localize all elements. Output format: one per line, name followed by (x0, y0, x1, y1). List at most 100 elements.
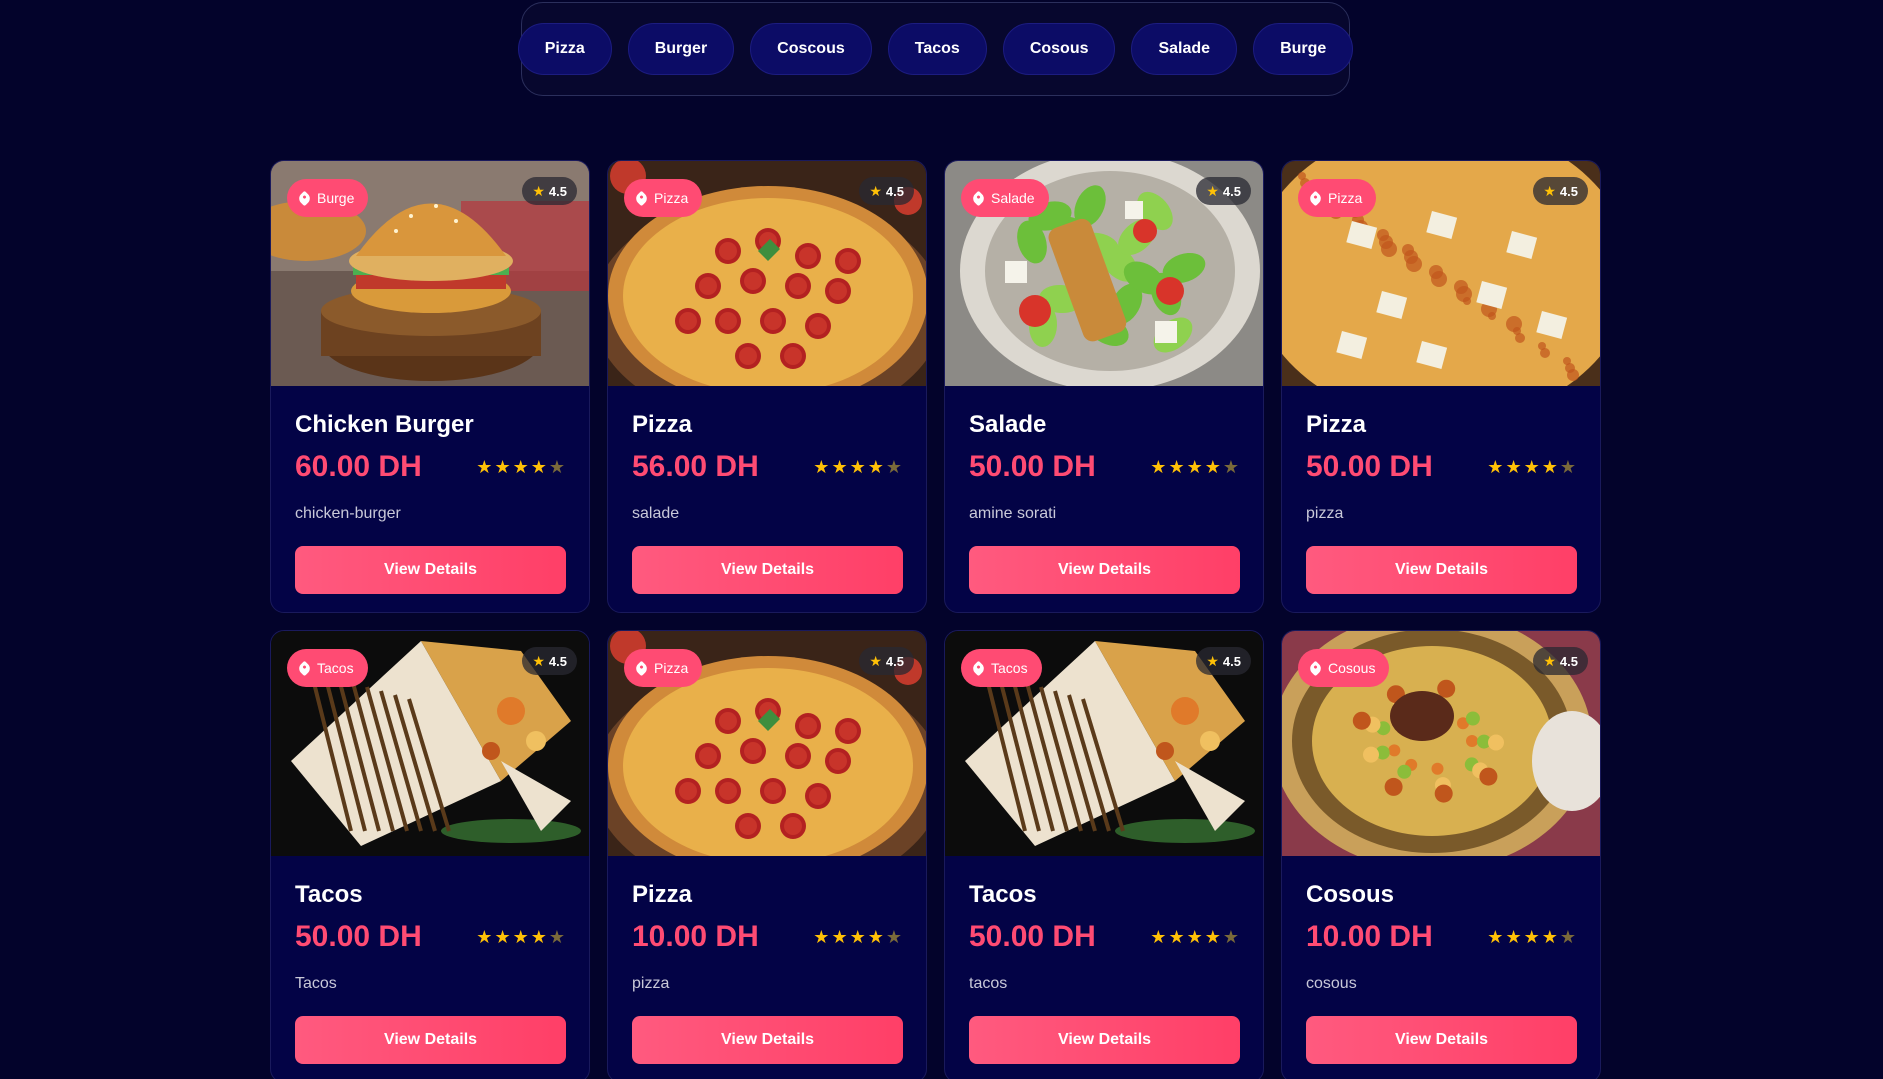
view-details-button[interactable]: View Details (969, 546, 1240, 594)
rating-badge: ★ 4.5 (1533, 647, 1588, 675)
view-details-button[interactable]: View Details (295, 1016, 566, 1064)
star-rating: ★ ★ ★ ★ ★ (1487, 927, 1576, 948)
star-icon: ★ (548, 456, 565, 477)
star-rating: ★ ★ ★ ★ ★ (1150, 457, 1239, 478)
product-title: Pizza (632, 411, 693, 438)
rating-value: 4.5 (1222, 653, 1241, 669)
star-icon: ★ (1204, 456, 1221, 477)
rating-badge: ★ 4.5 (1196, 177, 1251, 205)
star-icon: ★ (1487, 456, 1504, 477)
view-details-button[interactable]: View Details (1306, 1016, 1577, 1064)
category-pill-burger[interactable]: Burger (627, 23, 735, 75)
rating-badge: ★ 4.5 (522, 647, 577, 675)
star-icon: ★ (1543, 182, 1556, 199)
star-icon: ★ (1505, 926, 1522, 947)
star-icon: ★ (831, 926, 848, 947)
category-tag: Tacos (961, 649, 1042, 687)
rating-badge: ★ 4.5 (859, 177, 914, 205)
category-pill-pizza[interactable]: Pizza (517, 23, 612, 75)
product-title: Pizza (632, 881, 693, 908)
star-icon: ★ (1150, 456, 1167, 477)
product-card: Cosous ★ 4.5 Cosous 10.00 DH ★ ★ ★ ★ ★ cosou… (1281, 630, 1601, 1079)
category-pill-tacos[interactable]: Tacos (887, 23, 987, 75)
product-grid: Burge ★ 4.5 Chicken Burger 60.00 DH ★ ★ ★ ★… (270, 160, 1601, 1079)
rating-badge: ★ 4.5 (859, 647, 914, 675)
product-price: 56.00 DH (632, 450, 759, 483)
star-icon: ★ (494, 926, 511, 947)
product-card: Pizza ★ 4.5 Pizza 50.00 DH ★ ★ ★ ★ ★ pizza V… (1281, 160, 1601, 613)
view-details-button[interactable]: View Details (632, 1016, 903, 1064)
star-icon: ★ (1543, 652, 1556, 669)
category-tag-label: Tacos (991, 660, 1028, 676)
product-image[interactable]: Cosous ★ 4.5 (1282, 631, 1600, 856)
product-title: Tacos (969, 881, 1037, 908)
category-tag: Pizza (1298, 179, 1377, 217)
star-icon: ★ (1222, 456, 1239, 477)
view-details-button[interactable]: View Details (632, 546, 903, 594)
star-icon: ★ (1222, 926, 1239, 947)
rating-value: 4.5 (1559, 183, 1578, 199)
star-icon: ★ (1487, 926, 1504, 947)
category-tag-label: Pizza (654, 660, 689, 676)
product-title: Tacos (295, 881, 363, 908)
product-image[interactable]: Tacos ★ 4.5 (945, 631, 1263, 856)
product-card: Burge ★ 4.5 Chicken Burger 60.00 DH ★ ★ ★ ★… (270, 160, 590, 613)
star-rating: ★ ★ ★ ★ ★ (476, 457, 565, 478)
view-details-button[interactable]: View Details (1306, 546, 1577, 594)
star-icon: ★ (831, 456, 848, 477)
product-price: 50.00 DH (295, 920, 422, 953)
category-tag-label: Burge (317, 190, 355, 206)
star-icon: ★ (813, 456, 830, 477)
view-details-button[interactable]: View Details (295, 546, 566, 594)
product-image[interactable]: Salade ★ 4.5 (945, 161, 1263, 386)
star-icon: ★ (1559, 926, 1576, 947)
product-price: 50.00 DH (1306, 450, 1433, 483)
product-card: Pizza ★ 4.5 Pizza 10.00 DH ★ ★ ★ ★ ★ pizza V… (607, 630, 927, 1079)
rating-value: 4.5 (885, 653, 904, 669)
star-icon: ★ (1559, 456, 1576, 477)
star-icon: ★ (532, 652, 545, 669)
star-icon: ★ (867, 926, 884, 947)
category-tag-label: Tacos (317, 660, 354, 676)
star-icon: ★ (1186, 456, 1203, 477)
star-icon: ★ (476, 926, 493, 947)
star-icon: ★ (1541, 456, 1558, 477)
product-image[interactable]: Burge ★ 4.5 (271, 161, 589, 386)
product-image[interactable]: Pizza ★ 4.5 (608, 161, 926, 386)
category-pill-burge[interactable]: Burge (1253, 23, 1354, 75)
category-pill-salade[interactable]: Salade (1131, 23, 1238, 75)
star-rating: ★ ★ ★ ★ ★ (813, 927, 902, 948)
category-tag-label: Salade (991, 190, 1035, 206)
star-icon: ★ (1523, 926, 1540, 947)
product-description: tacos (969, 975, 1008, 992)
star-icon: ★ (512, 456, 529, 477)
category-tag-label: Pizza (654, 190, 689, 206)
product-description: salade (632, 505, 680, 522)
product-title: Chicken Burger (295, 411, 474, 438)
view-details-button[interactable]: View Details (969, 1016, 1240, 1064)
product-card: Tacos ★ 4.5 Tacos 50.00 DH ★ ★ ★ ★ ★ tacos V… (944, 630, 1264, 1079)
product-price: 50.00 DH (969, 920, 1096, 953)
tag-icon (1307, 190, 1324, 206)
product-image[interactable]: Pizza ★ 4.5 (1282, 161, 1600, 386)
product-image[interactable]: Pizza ★ 4.5 (608, 631, 926, 856)
star-icon: ★ (476, 456, 493, 477)
star-icon: ★ (1206, 652, 1219, 669)
category-pill-coscous[interactable]: Coscous (750, 23, 872, 75)
category-pill-cosous[interactable]: Cosous (1002, 23, 1116, 75)
star-icon: ★ (867, 456, 884, 477)
star-icon: ★ (1168, 926, 1185, 947)
star-icon: ★ (885, 926, 902, 947)
product-image[interactable]: Tacos ★ 4.5 (271, 631, 589, 856)
product-price: 60.00 DH (295, 450, 422, 483)
star-rating: ★ ★ ★ ★ ★ (476, 927, 565, 948)
rating-value: 4.5 (1559, 653, 1578, 669)
star-icon: ★ (869, 182, 882, 199)
product-title: Pizza (1306, 411, 1367, 438)
star-icon: ★ (1505, 456, 1522, 477)
star-rating: ★ ★ ★ ★ ★ (1150, 927, 1239, 948)
product-price: 10.00 DH (1306, 920, 1433, 953)
category-filter-bar: Pizza Burger Coscous Tacos Cosous Salade Burge (517, 2, 1354, 96)
product-title: Cosous (1306, 881, 1395, 908)
star-icon: ★ (869, 652, 882, 669)
